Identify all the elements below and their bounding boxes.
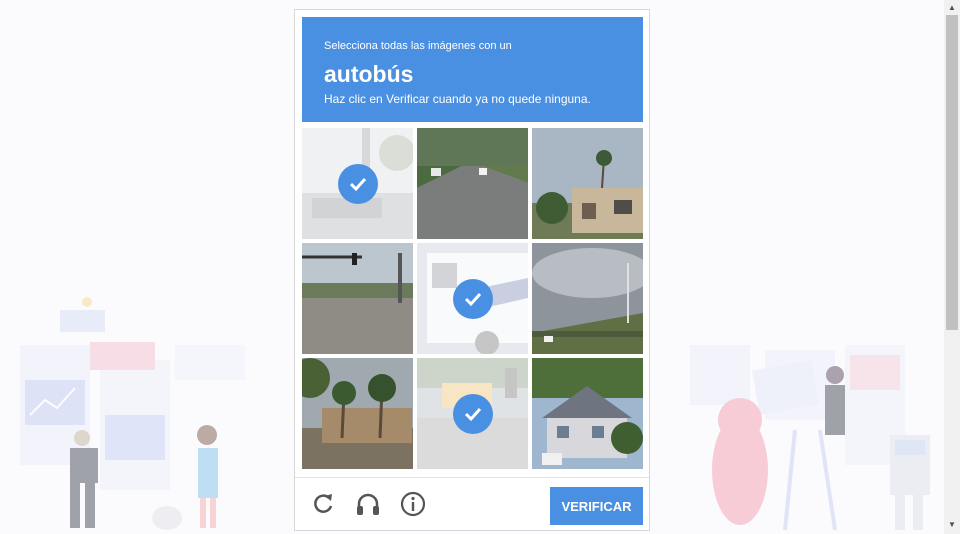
verify-button[interactable]: VERIFICAR	[550, 487, 643, 525]
captcha-header: Selecciona todas las imágenes con un aut…	[302, 17, 643, 122]
scroll-up-icon[interactable]: ▲	[948, 3, 956, 12]
image-grid	[302, 128, 643, 469]
headphones-icon[interactable]	[354, 490, 382, 518]
image-tile[interactable]	[532, 358, 643, 469]
image-tile[interactable]	[302, 243, 413, 354]
captcha-dialog: Selecciona todas las imágenes con un aut…	[294, 9, 650, 531]
scroll-down-icon[interactable]: ▼	[948, 520, 956, 529]
checkmark-icon	[453, 279, 493, 319]
checkmark-icon	[338, 164, 378, 204]
scrollbar[interactable]: ▲ ▼	[944, 0, 960, 534]
hint-text: Haz clic en Verificar cuando ya no quede…	[324, 92, 591, 106]
left-illustration	[20, 297, 245, 530]
image-tile[interactable]	[417, 358, 528, 469]
image-tile[interactable]	[302, 358, 413, 469]
image-tile[interactable]	[417, 128, 528, 239]
reload-icon[interactable]	[309, 490, 337, 518]
checkmark-icon	[453, 394, 493, 434]
image-tile[interactable]	[532, 128, 643, 239]
info-icon[interactable]	[399, 490, 427, 518]
right-illustration	[690, 345, 930, 531]
scrollbar-thumb[interactable]	[946, 15, 958, 330]
image-tile[interactable]	[302, 128, 413, 239]
captcha-footer: VERIFICAR	[295, 477, 649, 531]
image-tile[interactable]	[532, 243, 643, 354]
instruction-text: Selecciona todas las imágenes con un	[324, 40, 512, 52]
target-word: autobús	[324, 61, 414, 87]
image-tile[interactable]	[417, 243, 528, 354]
